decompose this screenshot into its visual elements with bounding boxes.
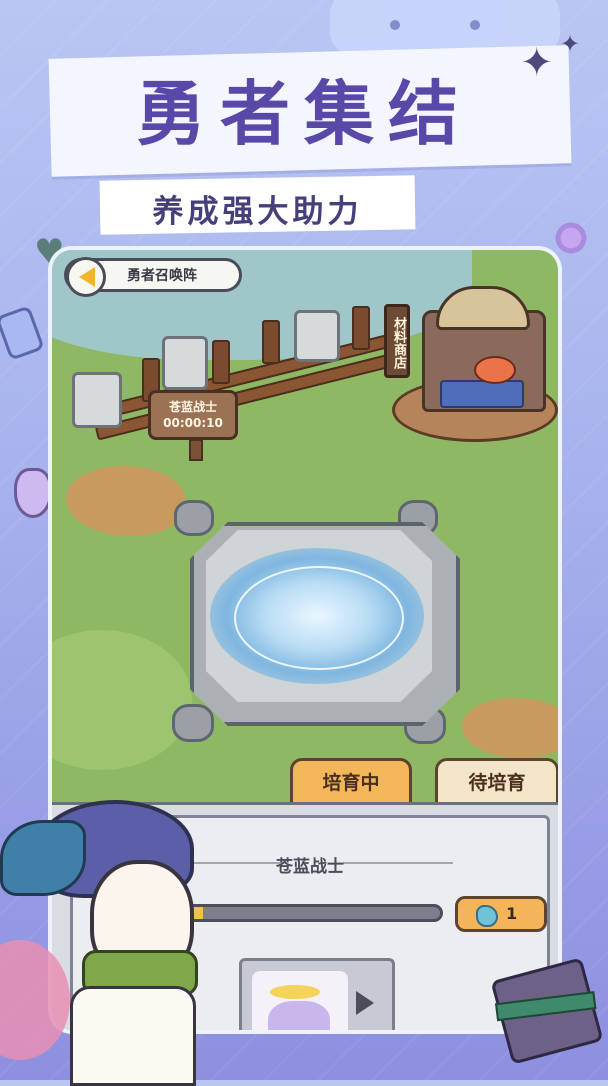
timer-sign[interactable]: 苍蓝战士 00:00:10	[148, 390, 238, 461]
hero-portrait	[252, 971, 348, 1030]
fence-post	[212, 340, 230, 384]
shopkeeper	[474, 356, 516, 384]
stone-block	[294, 310, 340, 362]
rock	[172, 704, 214, 742]
sparkle-icon: ✦	[520, 40, 554, 86]
timer-countdown: 00:00:10	[163, 416, 223, 430]
material-shop[interactable]	[392, 286, 558, 452]
fence-post	[352, 306, 370, 350]
potion-icon	[14, 468, 52, 518]
tab-pending[interactable]: 待培育	[435, 758, 558, 808]
grass-hill	[52, 630, 192, 770]
stone-block	[162, 336, 208, 390]
item-count: 1	[506, 904, 518, 923]
back-arrow-icon	[79, 267, 95, 287]
fence-post	[262, 320, 280, 364]
dirt-patch	[66, 466, 186, 536]
shop-sign[interactable]: 材料商店	[384, 304, 410, 378]
dirt-patch	[462, 698, 558, 758]
flower-icon	[553, 220, 589, 256]
page-title: 勇者召唤阵	[127, 268, 197, 284]
play-icon[interactable]	[356, 991, 374, 1015]
back-button[interactable]	[66, 257, 106, 297]
gem-icon	[476, 905, 498, 927]
tab-training[interactable]: 培育中	[290, 758, 412, 808]
sparkle-icon: ✦	[560, 30, 581, 58]
promo-title: 勇者集结	[136, 73, 472, 155]
portal-ring	[234, 566, 404, 670]
rock	[174, 500, 214, 536]
timer-hero-name: 苍蓝战士	[168, 400, 217, 414]
item-count-button[interactable]: 1	[455, 896, 547, 932]
hero-card[interactable]	[239, 958, 395, 1030]
stone-block	[72, 372, 122, 428]
promo-subtitle: 养成强大助力	[152, 194, 363, 230]
mascot-character	[0, 760, 220, 1086]
